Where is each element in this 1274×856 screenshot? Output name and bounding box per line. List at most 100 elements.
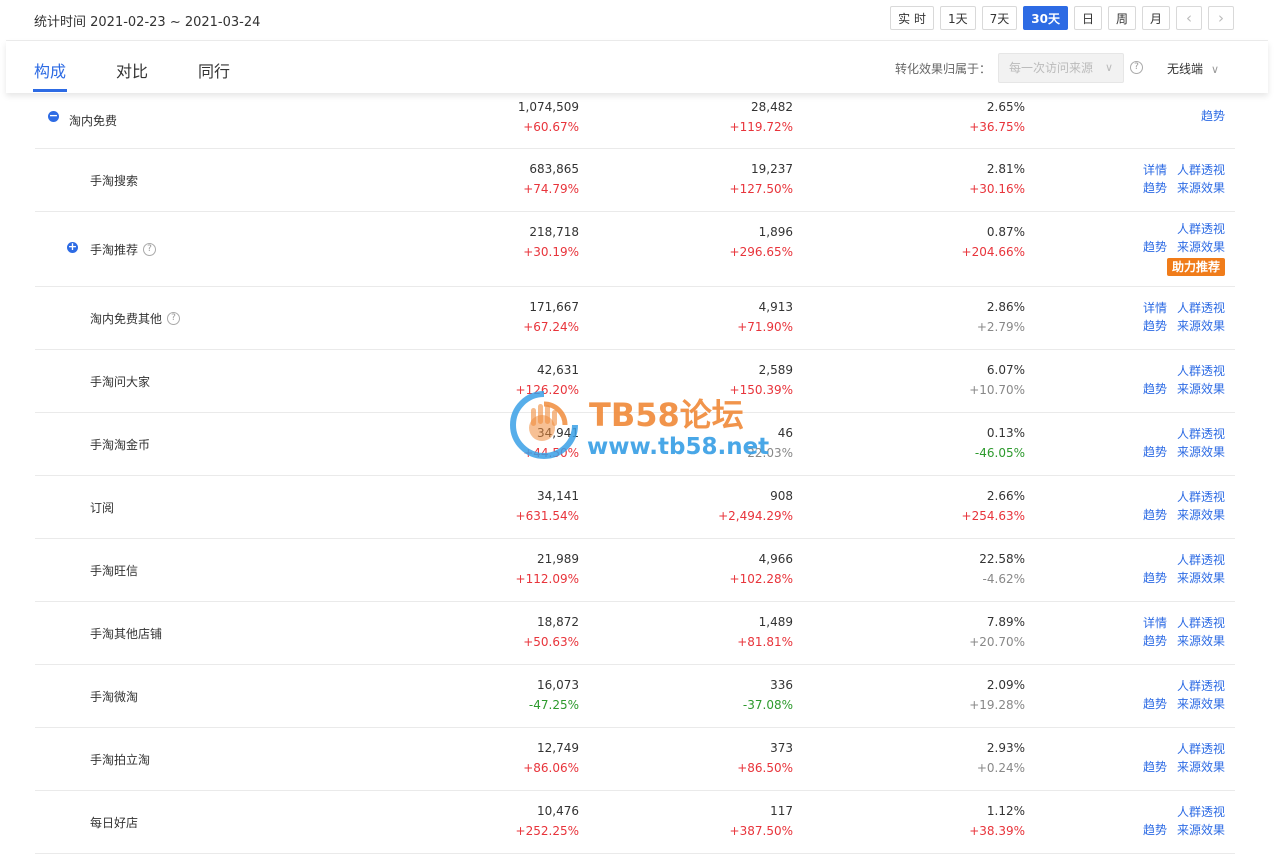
metric-value: 117	[770, 804, 793, 818]
row-link[interactable]: 人群透视	[1177, 301, 1225, 315]
metric-cell: 1,074,509 +60.67%	[518, 97, 579, 137]
row-link[interactable]: 人群透视	[1177, 427, 1225, 441]
period-30day-button[interactable]: 30天	[1023, 6, 1068, 30]
row-actions-top: 人群透视	[1115, 362, 1225, 380]
row-link[interactable]: 人群透视	[1177, 616, 1225, 630]
row-link[interactable]: 来源效果	[1177, 508, 1225, 522]
collapse-icon[interactable]: −	[48, 110, 59, 122]
period-month-button[interactable]: 月	[1141, 6, 1170, 30]
source-name-label: 手淘淘金币	[90, 437, 151, 452]
row-link[interactable]: 人群透视	[1177, 805, 1225, 819]
help-icon[interactable]: ?	[1130, 61, 1143, 74]
tab-peers[interactable]: 同行	[198, 58, 230, 82]
row-link[interactable]: 人群透视	[1177, 364, 1225, 378]
row-link[interactable]: 趋势	[1143, 181, 1167, 195]
row-link[interactable]: 详情	[1143, 301, 1167, 315]
attribution-select[interactable]: 每一次访问来源 ∨	[998, 53, 1124, 83]
metric-cell: 171,667 +67.24%	[523, 297, 579, 337]
row-actions: 人群透视 趋势 来源效果	[1115, 677, 1225, 713]
row-actions-bottom: 趋势 来源效果	[1115, 238, 1225, 256]
row-actions: 人群透视 趋势 来源效果 助力推荐	[1115, 220, 1225, 276]
source-name-label: 手淘问大家	[90, 374, 151, 389]
row-link[interactable]: 来源效果	[1177, 760, 1225, 774]
source-name-label: 淘内免费其他	[90, 311, 163, 326]
row-link[interactable]: 趋势	[1143, 319, 1167, 333]
row-link[interactable]: 人群透视	[1177, 553, 1225, 567]
metric-change: +631.54%	[515, 509, 579, 523]
next-period-button[interactable]: ›	[1208, 6, 1234, 30]
boost-recommend-badge[interactable]: 助力推荐	[1166, 258, 1225, 276]
row-link[interactable]: 来源效果	[1177, 445, 1225, 459]
source-name-label: 手淘其他店铺	[90, 626, 163, 641]
row-link[interactable]: 人群透视	[1177, 679, 1225, 693]
metric-value: 4,966	[758, 552, 793, 566]
row-actions-badge: 助力推荐	[1115, 256, 1225, 276]
tab-composition[interactable]: 构成	[34, 58, 66, 82]
period-week-button[interactable]: 周	[1107, 6, 1136, 30]
row-link[interactable]: 来源效果	[1177, 571, 1225, 585]
row-link[interactable]: 来源效果	[1177, 634, 1225, 648]
row-actions-bottom: 趋势	[1115, 107, 1225, 125]
metric-change: +19.28%	[969, 698, 1025, 712]
table-row: 手淘旺信 21,989 +112.09% 4,966 +102.28% 22.58% -4.…	[35, 539, 1235, 602]
row-link[interactable]: 趋势	[1143, 571, 1167, 585]
source-name-label: 手淘旺信	[90, 563, 139, 578]
chevron-right-icon: ›	[1218, 9, 1224, 27]
device-value: 无线端	[1167, 62, 1204, 76]
metric-cell: 2.81% +30.16%	[969, 159, 1025, 199]
row-link[interactable]: 趋势	[1201, 109, 1225, 123]
row-link[interactable]: 来源效果	[1177, 823, 1225, 837]
metric-cell: 6.07% +10.70%	[969, 360, 1025, 400]
metric-value: 34,941	[537, 426, 579, 440]
row-link[interactable]: 人群透视	[1177, 742, 1225, 756]
row-actions: 人群透视 趋势 来源效果	[1115, 740, 1225, 776]
row-link[interactable]: 趋势	[1143, 445, 1167, 459]
period-realtime-button[interactable]: 实 时	[890, 6, 934, 30]
help-icon[interactable]: ?	[143, 242, 157, 256]
metric-change: +102.28%	[729, 572, 793, 586]
row-link[interactable]: 来源效果	[1177, 240, 1225, 254]
row-link[interactable]: 人群透视	[1177, 163, 1225, 177]
chevron-down-icon: ∨	[1211, 63, 1220, 76]
period-day-button[interactable]: 日	[1073, 6, 1102, 30]
period-7day-button[interactable]: 7天	[981, 6, 1018, 30]
expand-icon[interactable]: +	[67, 241, 78, 253]
metric-change: +44.50%	[523, 446, 579, 460]
row-link[interactable]: 趋势	[1143, 508, 1167, 522]
device-select[interactable]: 无线端 ∨	[1167, 60, 1219, 77]
row-link[interactable]: 来源效果	[1177, 697, 1225, 711]
row-link[interactable]: 来源效果	[1177, 382, 1225, 396]
metric-change: -46.05%	[974, 446, 1025, 460]
source-name: 手淘推荐?	[90, 212, 157, 286]
period-1day-button[interactable]: 1天	[939, 6, 976, 30]
metric-change: +81.81%	[737, 635, 793, 649]
metric-change: +74.79%	[523, 182, 579, 196]
metric-change: +36.75%	[969, 120, 1025, 134]
tab-compare[interactable]: 对比	[116, 58, 148, 82]
row-link[interactable]: 详情	[1143, 616, 1167, 630]
row-link[interactable]: 趋势	[1143, 760, 1167, 774]
row-link[interactable]: 趋势	[1143, 382, 1167, 396]
row-actions-top: 人群透视	[1115, 740, 1225, 758]
metric-value: 16,073	[537, 678, 579, 692]
metric-value: 1,896	[758, 225, 793, 239]
row-link[interactable]: 人群透视	[1177, 222, 1225, 236]
metric-cell: 19,237 +127.50%	[730, 159, 793, 199]
table-row: 手淘搜索 683,865 +74.79% 19,237 +127.50% 2.81% +30…	[35, 149, 1235, 212]
row-link[interactable]: 来源效果	[1177, 181, 1225, 195]
row-link[interactable]: 人群透视	[1177, 490, 1225, 504]
row-link[interactable]: 趋势	[1143, 823, 1167, 837]
help-icon[interactable]: ?	[167, 311, 181, 325]
row-link[interactable]: 趋势	[1143, 240, 1167, 254]
row-link[interactable]: 趋势	[1143, 634, 1167, 648]
row-link[interactable]: 来源效果	[1177, 319, 1225, 333]
row-actions: 详情 人群透视 趋势 来源效果	[1115, 614, 1225, 650]
row-link[interactable]: 详情	[1143, 163, 1167, 177]
prev-period-button[interactable]: ‹	[1176, 6, 1202, 30]
metric-change: +60.67%	[523, 120, 579, 134]
metric-value: 2.66%	[986, 489, 1025, 503]
metric-value: 1.12%	[986, 804, 1025, 818]
metric-cell: 46 22.03%	[747, 423, 793, 463]
metric-cell: 4,966 +102.28%	[730, 549, 793, 589]
row-link[interactable]: 趋势	[1143, 697, 1167, 711]
